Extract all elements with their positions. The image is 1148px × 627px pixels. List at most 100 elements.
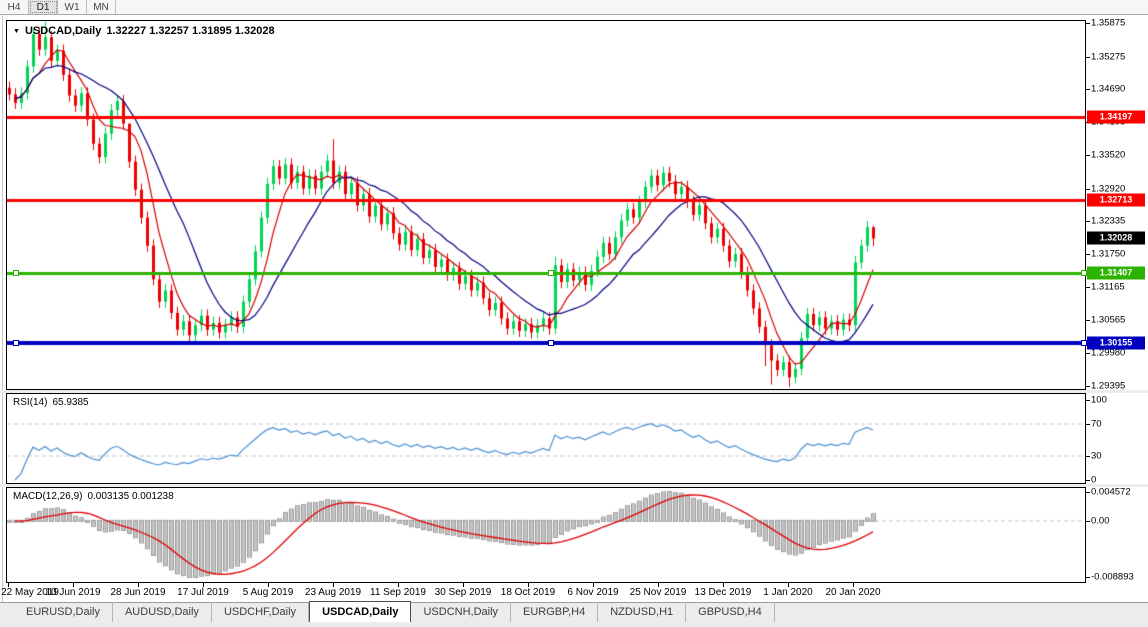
date-tickmark (788, 583, 789, 587)
date-label-20-Jan-2020: 20 Jan 2020 (825, 587, 880, 598)
price-tag-1.32713: 1.32713 (1087, 194, 1145, 207)
price-axis-tick-1.31750: 1.31750 (1091, 249, 1125, 260)
rsi-axis-tickmark (1086, 424, 1090, 425)
rsi-axis-tickmark (1086, 456, 1090, 457)
chart-tab-usdchf-daily[interactable]: USDCHF,Daily (212, 602, 309, 622)
price-axis-tick-1.32335: 1.32335 (1091, 216, 1125, 227)
price-axis-tick-1.29395: 1.29395 (1091, 380, 1125, 391)
macd-axis-0.004572: 0.004572 (1091, 487, 1131, 498)
main-chart-canvas[interactable] (7, 21, 1085, 389)
rsi-value: 65.9385 (52, 397, 88, 408)
price-axis-tickmark (1086, 320, 1090, 321)
date-label-5-Aug-2019: 5 Aug 2019 (243, 587, 294, 598)
rsi-canvas[interactable] (7, 394, 1085, 483)
hline-handle-1.31407-2[interactable] (1081, 270, 1087, 276)
date-tickmark (333, 583, 334, 587)
timeframe-button-d1[interactable]: D1 (29, 0, 58, 14)
date-tickmark (593, 583, 594, 587)
chart-tab-nzdusd-h1[interactable]: NZDUSD,H1 (598, 602, 686, 622)
price-axis-tickmark (1086, 221, 1090, 222)
date-label-17-Jul-2019: 17 Jul 2019 (177, 587, 229, 598)
date-tickmark (853, 583, 854, 587)
price-axis-tickmark (1086, 287, 1090, 288)
window-left-edge (2, 14, 3, 626)
price-axis-tickmark (1086, 254, 1090, 255)
macd-label: MACD(12,26,9) 0.003135 0.001238 (13, 491, 174, 502)
date-tickmark (268, 583, 269, 587)
date-tickmark (398, 583, 399, 587)
date-label-13-Dec-2019: 13 Dec 2019 (695, 587, 752, 598)
date-tickmark (138, 583, 139, 587)
hline-handle-1.31407-0[interactable] (13, 270, 19, 276)
chart-symbol-period: USDCAD,Daily (25, 25, 101, 37)
rsi-name: RSI(14) (13, 397, 47, 408)
hline-handle-1.31407-1[interactable] (548, 270, 554, 276)
date-label-18-Oct-2019: 18 Oct 2019 (501, 587, 555, 598)
date-tickmark (73, 583, 74, 587)
timeframe-button-w1[interactable]: W1 (58, 0, 87, 14)
macd-name: MACD(12,26,9) (13, 491, 82, 502)
date-tickmark (528, 583, 529, 587)
date-tickmark (463, 583, 464, 587)
rsi-axis-70: 70 (1091, 419, 1102, 430)
chart-tab-eurgbp-h4[interactable]: EURGBP,H4 (511, 602, 598, 622)
hline-handle-1.30155-0[interactable] (13, 340, 19, 346)
chart-tab-audusd-daily[interactable]: AUDUSD,Daily (113, 602, 212, 622)
rsi-axis-30: 30 (1091, 451, 1102, 462)
date-label-28-Jun-2019: 28 Jun 2019 (110, 587, 165, 598)
macd-axis--0.008893: -0.008893 (1091, 572, 1134, 583)
rsi-panel[interactable] (6, 393, 1086, 484)
rsi-axis-100: 100 (1091, 395, 1107, 406)
rsi-axis-0: 0 (1091, 475, 1096, 486)
chart-dropdown-icon[interactable]: ▼ (13, 28, 20, 35)
chart-tab-gbpusd-h4[interactable]: GBPUSD,H4 (686, 602, 775, 622)
date-label-10-Jun-2019: 10 Jun 2019 (45, 587, 100, 598)
price-axis-tickmark (1086, 386, 1090, 387)
price-axis-tick-1.35875: 1.35875 (1091, 18, 1125, 29)
price-axis-tickmark (1086, 23, 1090, 24)
price-axis-tickmark (1086, 57, 1090, 58)
price-axis-tick-1.30565: 1.30565 (1091, 315, 1125, 326)
chart-tab-eurusd-daily[interactable]: EURUSD,Daily (14, 602, 113, 622)
price-tag-1.32028: 1.32028 (1087, 232, 1145, 245)
price-axis-tickmark (1086, 353, 1090, 354)
rsi-label: RSI(14) 65.9385 (13, 397, 89, 408)
price-axis-tick-1.34690: 1.34690 (1091, 84, 1125, 95)
date-tickmark (8, 583, 9, 587)
price-axis-tickmark (1086, 189, 1090, 190)
price-tag-1.34197: 1.34197 (1087, 111, 1145, 124)
chart-tab-usdcnh-daily[interactable]: USDCNH,Daily (411, 602, 511, 622)
timeframe-button-mn[interactable]: MN (87, 0, 116, 14)
macd-axis-tickmark (1086, 577, 1090, 578)
timeframe-button-h4[interactable]: H4 (0, 0, 29, 14)
rsi-axis-tickmark (1086, 400, 1090, 401)
macd-axis-0.00: 0.00 (1091, 515, 1110, 526)
date-label-6-Nov-2019: 6 Nov 2019 (567, 587, 618, 598)
price-axis-tickmark (1086, 89, 1090, 90)
date-label-23-Aug-2019: 23 Aug 2019 (305, 587, 361, 598)
date-label-1-Jan-2020: 1 Jan 2020 (763, 587, 813, 598)
macd-axis-tickmark (1086, 492, 1090, 493)
date-label-30-Sep-2019: 30 Sep 2019 (435, 587, 492, 598)
price-axis-tick-1.31165: 1.31165 (1091, 281, 1125, 292)
timeframe-toolbar: H4D1W1MN (0, 0, 1148, 15)
price-axis-tick-1.33520: 1.33520 (1091, 149, 1125, 160)
date-tickmark (723, 583, 724, 587)
date-label-25-Nov-2019: 25 Nov 2019 (630, 587, 687, 598)
date-label-11-Sep-2019: 11 Sep 2019 (370, 587, 426, 598)
date-tickmark (203, 583, 204, 587)
macd-axis-tickmark (1086, 521, 1090, 522)
price-tag-1.31407: 1.31407 (1087, 267, 1145, 280)
rsi-axis-tickmark (1086, 480, 1090, 481)
price-axis-tick-1.35275: 1.35275 (1091, 51, 1125, 62)
macd-canvas[interactable] (7, 488, 1085, 582)
hline-handle-1.30155-2[interactable] (1081, 340, 1087, 346)
chart-ohlc-values: 1.32227 1.32257 1.31895 1.32028 (106, 25, 274, 37)
hline-handle-1.30155-1[interactable] (548, 340, 554, 346)
chart-tabstrip: EURUSD,DailyAUDUSD,DailyUSDCHF,DailyUSDC… (0, 602, 1148, 622)
price-axis-tick-1.32920: 1.32920 (1091, 183, 1125, 194)
chart-tab-usdcad-daily[interactable]: USDCAD,Daily (309, 601, 411, 622)
main-chart-panel[interactable] (6, 20, 1086, 390)
macd-values: 0.003135 0.001238 (87, 491, 173, 502)
price-tag-1.30155: 1.30155 (1087, 337, 1145, 350)
